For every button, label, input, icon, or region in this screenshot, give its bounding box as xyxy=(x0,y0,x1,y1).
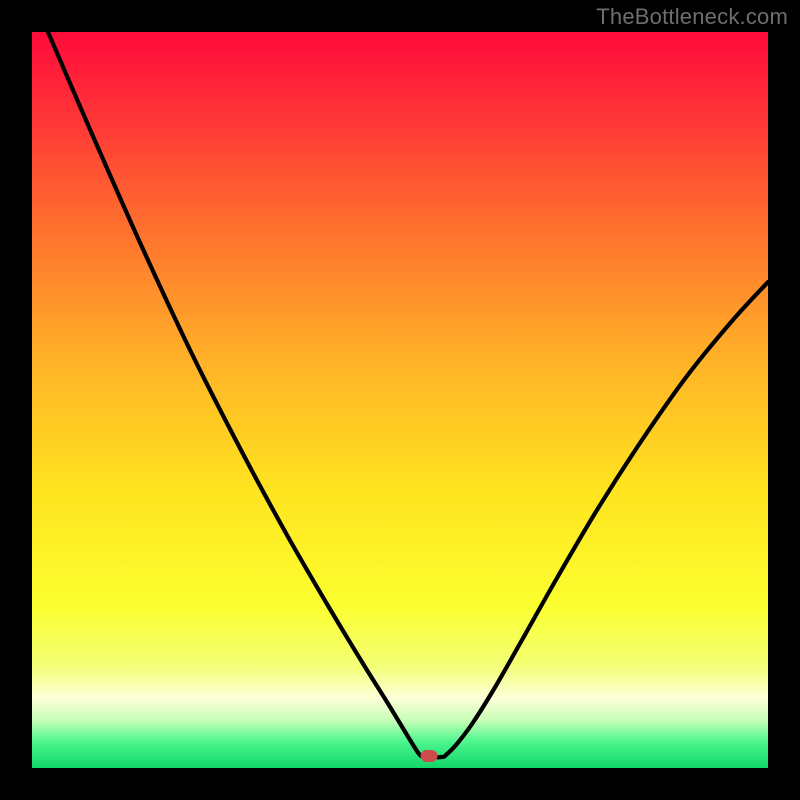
optimal-marker xyxy=(421,750,438,762)
watermark-text: TheBottleneck.com xyxy=(596,4,788,30)
plot-area xyxy=(32,32,768,768)
chart-frame: TheBottleneck.com xyxy=(0,0,800,800)
bottleneck-curve xyxy=(32,32,768,768)
